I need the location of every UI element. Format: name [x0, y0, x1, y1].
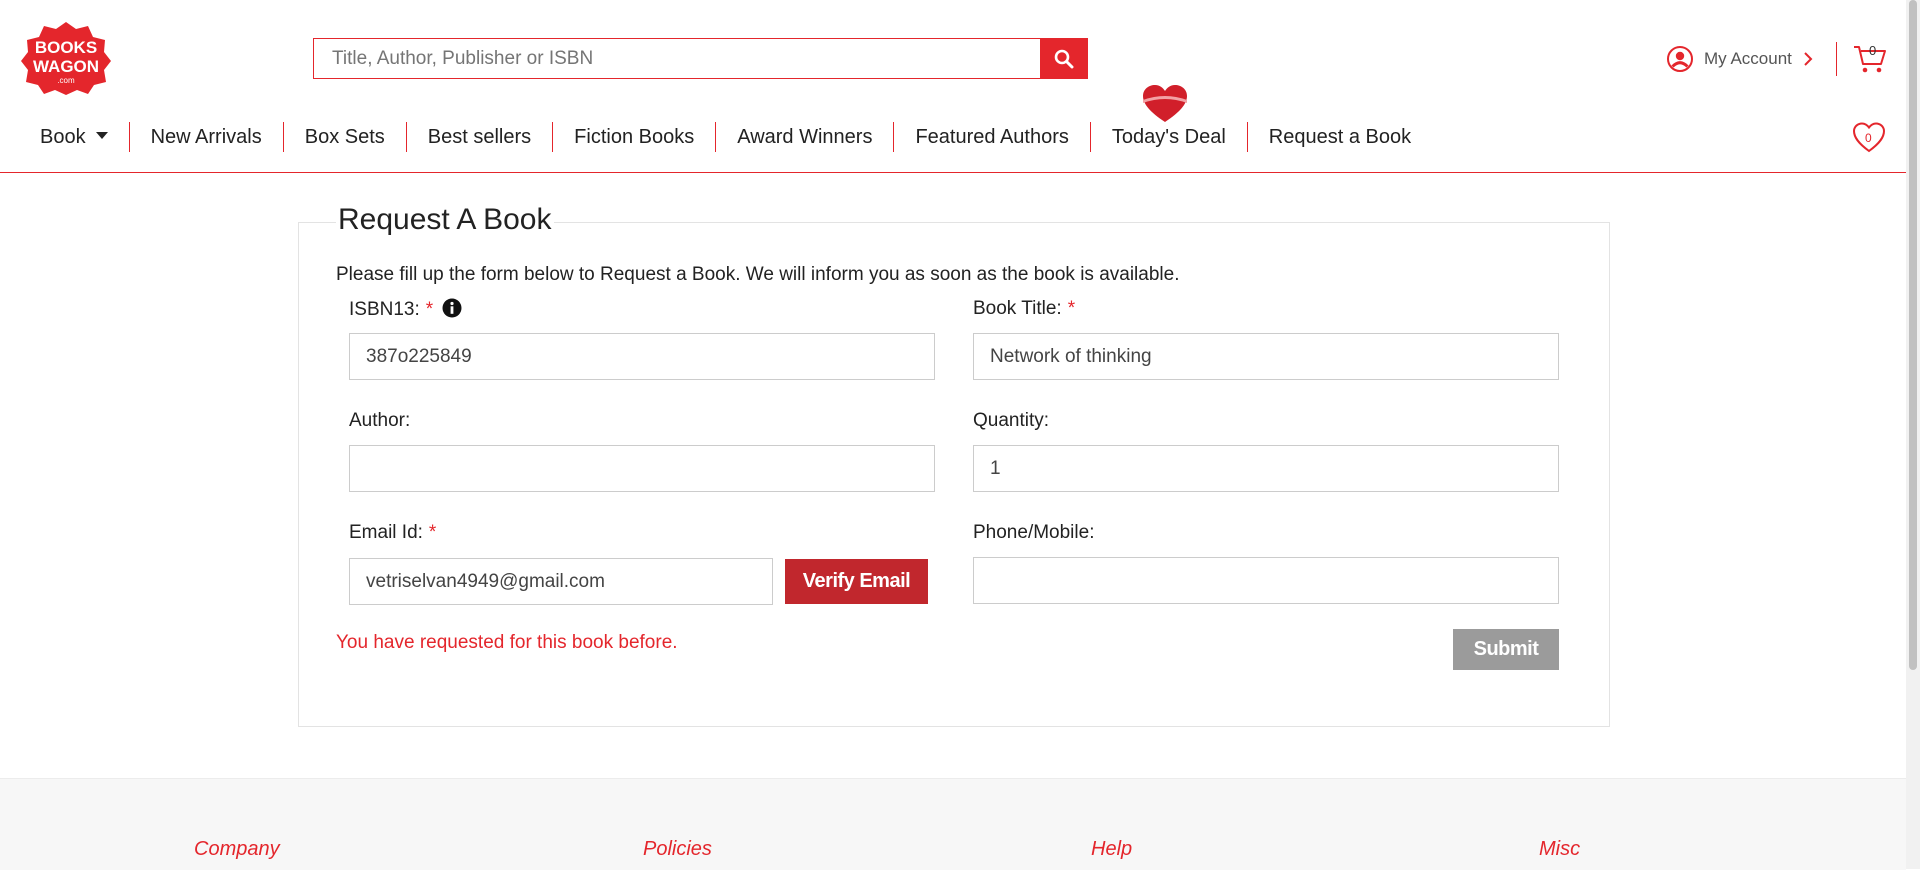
scrollbar-thumb[interactable]	[1909, 0, 1917, 670]
footer-heading-help: Help	[1091, 838, 1133, 860]
error-message: You have requested for this book before.	[336, 632, 678, 653]
user-circle-icon	[1667, 46, 1693, 72]
nav-item-fiction-books[interactable]: Fiction Books	[553, 122, 717, 152]
nav-item-featured-authors[interactable]: Featured Authors	[894, 122, 1091, 152]
phone-label: Phone/Mobile:	[973, 522, 1095, 543]
svg-text:.com: .com	[57, 76, 75, 85]
search-icon	[1054, 49, 1074, 68]
wishlist-button[interactable]: 0	[1852, 122, 1886, 154]
main-nav: Book New Arrivals Box Sets Best sellers …	[20, 120, 1432, 154]
search-input[interactable]	[313, 38, 1040, 79]
cart-button[interactable]: 0	[1852, 40, 1888, 76]
footer-heading-company: Company	[194, 838, 280, 860]
nav-item-new-arrivals[interactable]: New Arrivals	[130, 122, 284, 152]
bookswagon-logo[interactable]: BOOKS WAGON .com	[20, 20, 112, 96]
chevron-right-icon	[1804, 52, 1813, 66]
page-title: Request A Book	[336, 203, 554, 237]
isbn-label-text: ISBN13:	[349, 299, 420, 320]
footer-heading-policies: Policies	[643, 838, 712, 860]
nav-item-todays-deal[interactable]: Today's Deal	[1091, 122, 1248, 152]
isbn-input[interactable]	[349, 333, 935, 380]
site-footer	[0, 778, 1906, 870]
search-bar	[313, 38, 1088, 79]
phone-input[interactable]	[973, 557, 1559, 604]
author-label: Author:	[349, 410, 411, 431]
nav-item-award-winners[interactable]: Award Winners	[716, 122, 895, 152]
submit-button[interactable]: Submit	[1453, 629, 1559, 670]
footer-heading-misc: Misc	[1539, 838, 1581, 860]
form-intro-text: Please fill up the form below to Request…	[336, 264, 1180, 285]
deal-heart-icon	[1143, 85, 1187, 122]
book-title-input[interactable]	[973, 333, 1559, 380]
book-title-label: Book Title: *	[973, 298, 1075, 320]
required-mark: *	[428, 522, 437, 543]
my-account-link[interactable]: My Account	[1666, 44, 1814, 74]
cart-count: 0	[1869, 43, 1877, 58]
header-divider	[1836, 42, 1837, 76]
required-mark: *	[1067, 298, 1076, 319]
site-header: BOOKS WAGON .com My Account	[0, 0, 1906, 173]
email-label-text: Email Id:	[349, 522, 423, 543]
author-input[interactable]	[349, 445, 935, 492]
required-mark: *	[425, 299, 434, 320]
quantity-input[interactable]	[973, 445, 1559, 492]
search-button[interactable]	[1040, 38, 1088, 79]
info-icon[interactable]	[442, 298, 462, 318]
nav-item-request-a-book[interactable]: Request a Book	[1248, 122, 1432, 152]
nav-item-book[interactable]: Book	[20, 122, 130, 152]
email-input[interactable]	[349, 558, 773, 605]
book-title-label-text: Book Title:	[973, 298, 1062, 319]
caret-down-icon	[95, 132, 108, 140]
svg-text:WAGON: WAGON	[33, 57, 99, 76]
logo-badge: BOOKS WAGON .com	[21, 22, 111, 95]
nav-item-box-sets[interactable]: Box Sets	[284, 122, 407, 152]
svg-text:BOOKS: BOOKS	[35, 38, 97, 57]
isbn-label: ISBN13: *	[349, 298, 462, 321]
page-scrollbar[interactable]	[1906, 0, 1920, 869]
nav-item-label: Book	[40, 126, 86, 148]
my-account-label: My Account	[1704, 49, 1792, 68]
verify-email-button[interactable]: Verify Email	[785, 559, 928, 604]
quantity-label: Quantity:	[973, 410, 1050, 431]
wishlist-count: 0	[1865, 131, 1872, 145]
nav-item-best-sellers[interactable]: Best sellers	[407, 122, 554, 152]
email-label: Email Id: *	[349, 522, 436, 544]
